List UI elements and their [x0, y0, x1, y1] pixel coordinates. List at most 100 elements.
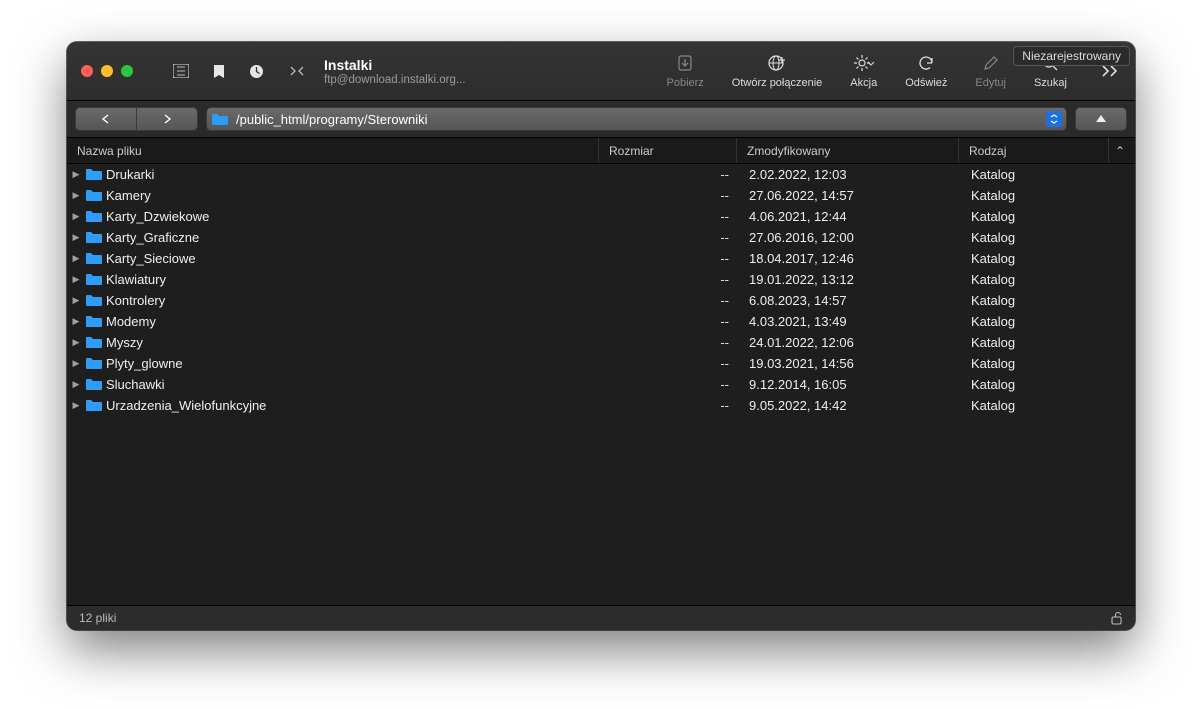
- column-headers: Nazwa pliku Rozmiar Zmodyfikowany Rodzaj…: [67, 138, 1135, 164]
- file-listing[interactable]: ▶Drukarki--2.02.2022, 12:03Katalog▶Kamer…: [67, 164, 1135, 608]
- path-input[interactable]: [234, 111, 1040, 128]
- unregistered-badge: Niezarejestrowany: [1013, 46, 1130, 66]
- file-modified: 19.03.2021, 14:56: [739, 356, 961, 371]
- file-name: Karty_Graficzne: [106, 230, 199, 245]
- disclosure-triangle-icon[interactable]: ▶: [71, 316, 81, 327]
- file-modified: 2.02.2022, 12:03: [739, 167, 961, 182]
- file-modified: 18.04.2017, 12:46: [739, 251, 961, 266]
- table-row[interactable]: ▶Karty_Sieciowe--18.04.2017, 12:46Katalo…: [67, 248, 1135, 269]
- folder-icon: [85, 189, 102, 202]
- file-modified: 24.01.2022, 12:06: [739, 335, 961, 350]
- file-name: Kontrolery: [106, 293, 165, 308]
- table-row[interactable]: ▶Drukarki--2.02.2022, 12:03Katalog: [67, 164, 1135, 185]
- header-filename[interactable]: Nazwa pliku: [67, 138, 599, 163]
- folder-icon: [85, 210, 102, 223]
- file-name: Urzadzenia_Wielofunkcyjne: [106, 398, 266, 413]
- unlock-icon[interactable]: [1110, 611, 1123, 625]
- file-size: --: [601, 209, 739, 224]
- disclosure-triangle-icon[interactable]: ▶: [71, 337, 81, 348]
- nav-history-controls: [75, 107, 198, 131]
- file-kind: Katalog: [961, 314, 1111, 329]
- transfer-icon[interactable]: [288, 64, 306, 78]
- table-row[interactable]: ▶Modemy--4.03.2021, 13:49Katalog: [67, 311, 1135, 332]
- file-size: --: [601, 356, 739, 371]
- path-dropdown-button[interactable]: [1046, 111, 1062, 127]
- folder-icon: [85, 315, 102, 328]
- history-icon[interactable]: [249, 64, 264, 79]
- file-name: Karty_Dzwiekowe: [106, 209, 209, 224]
- outline-icon[interactable]: [173, 64, 189, 78]
- sort-indicator-icon[interactable]: ⌃: [1115, 144, 1125, 158]
- table-row[interactable]: ▶ Plyty_glowne --19.03.2021, 14:56Katalog: [67, 353, 1135, 374]
- disclosure-triangle-icon[interactable]: ▶: [71, 274, 81, 285]
- disclosure-triangle-icon[interactable]: ▶: [71, 190, 81, 201]
- file-modified: 27.06.2016, 12:00: [739, 230, 961, 245]
- path-bar[interactable]: [206, 107, 1067, 131]
- file-modified: 27.06.2022, 14:57: [739, 188, 961, 203]
- file-kind: Katalog: [961, 251, 1111, 266]
- minimize-button[interactable]: [101, 65, 113, 77]
- close-button[interactable]: [81, 65, 93, 77]
- disclosure-triangle-icon[interactable]: ▶: [71, 379, 81, 390]
- title-block: Instalki ftp@download.instalki.org...: [324, 57, 504, 86]
- folder-icon: [85, 231, 102, 244]
- disclosure-triangle-icon[interactable]: ▶: [71, 232, 81, 243]
- file-modified: 9.05.2022, 14:42: [739, 398, 961, 413]
- folder-icon: [85, 378, 102, 391]
- back-button[interactable]: [75, 107, 137, 131]
- disclosure-triangle-icon[interactable]: ▶: [71, 253, 81, 264]
- status-bar: 12 pliki: [67, 605, 1135, 630]
- file-modified: 9.12.2014, 16:05: [739, 377, 961, 392]
- app-window: Niezarejestrowany Instalki ftp@download.…: [67, 42, 1135, 630]
- file-name: Plyty_glowne: [106, 356, 183, 371]
- file-kind: Katalog: [961, 377, 1111, 392]
- file-kind: Katalog: [961, 230, 1111, 245]
- zoom-button[interactable]: [121, 65, 133, 77]
- action-button[interactable]: Akcja: [850, 53, 877, 89]
- header-modified[interactable]: Zmodyfikowany: [737, 138, 959, 163]
- file-modified: 4.03.2021, 13:49: [739, 314, 961, 329]
- table-row[interactable]: ▶ Karty_Graficzne --27.06.2016, 12:00Katal…: [67, 227, 1135, 248]
- file-size: --: [601, 251, 739, 266]
- refresh-button[interactable]: Odśwież: [905, 53, 947, 89]
- table-row[interactable]: ▶Klawiatury--19.01.2022, 13:12Katalog: [67, 269, 1135, 290]
- table-row[interactable]: ▶Kontrolery--6.08.2023, 14:57Katalog: [67, 290, 1135, 311]
- status-text: 12 pliki: [79, 611, 116, 625]
- file-size: --: [601, 272, 739, 287]
- table-row[interactable]: ▶ Urzadzenia_Wielofunkcyjne --9.05.2022, 1…: [67, 395, 1135, 416]
- folder-icon: [85, 168, 102, 181]
- open-connection-button[interactable]: Otwórz połączenie: [732, 53, 823, 89]
- header-kind[interactable]: Rodzaj: [959, 138, 1109, 163]
- disclosure-triangle-icon[interactable]: ▶: [71, 211, 81, 222]
- file-size: --: [601, 230, 739, 245]
- file-name: Kamery: [106, 188, 151, 203]
- disclosure-triangle-icon[interactable]: ▶: [71, 400, 81, 411]
- table-row[interactable]: ▶Sluchawki--9.12.2014, 16:05Katalog: [67, 374, 1135, 395]
- file-size: --: [601, 293, 739, 308]
- go-up-button[interactable]: [1075, 107, 1127, 131]
- bookmark-icon[interactable]: [213, 64, 225, 79]
- file-kind: Katalog: [961, 356, 1111, 371]
- table-row[interactable]: ▶Karty_Dzwiekowe--4.06.2021, 12:44Katalo…: [67, 206, 1135, 227]
- edit-button[interactable]: Edytuj: [975, 53, 1006, 89]
- disclosure-triangle-icon[interactable]: ▶: [71, 358, 81, 369]
- file-kind: Katalog: [961, 398, 1111, 413]
- file-name: Drukarki: [106, 167, 154, 182]
- folder-icon: [85, 399, 102, 412]
- folder-icon: [85, 357, 102, 370]
- file-name: Klawiatury: [106, 272, 166, 287]
- table-row[interactable]: ▶Kamery--27.06.2022, 14:57Katalog: [67, 185, 1135, 206]
- file-modified: 6.08.2023, 14:57: [739, 293, 961, 308]
- header-size[interactable]: Rozmiar: [599, 138, 737, 163]
- disclosure-triangle-icon[interactable]: ▶: [71, 295, 81, 306]
- forward-button[interactable]: [137, 107, 198, 131]
- file-modified: 4.06.2021, 12:44: [739, 209, 961, 224]
- file-size: --: [601, 398, 739, 413]
- file-kind: Katalog: [961, 335, 1111, 350]
- disclosure-triangle-icon[interactable]: ▶: [71, 169, 81, 180]
- file-name: Modemy: [106, 314, 156, 329]
- download-button[interactable]: Pobierz: [667, 53, 704, 89]
- download-icon: [676, 53, 694, 73]
- table-row[interactable]: ▶Myszy--24.01.2022, 12:06Katalog: [67, 332, 1135, 353]
- file-kind: Katalog: [961, 188, 1111, 203]
